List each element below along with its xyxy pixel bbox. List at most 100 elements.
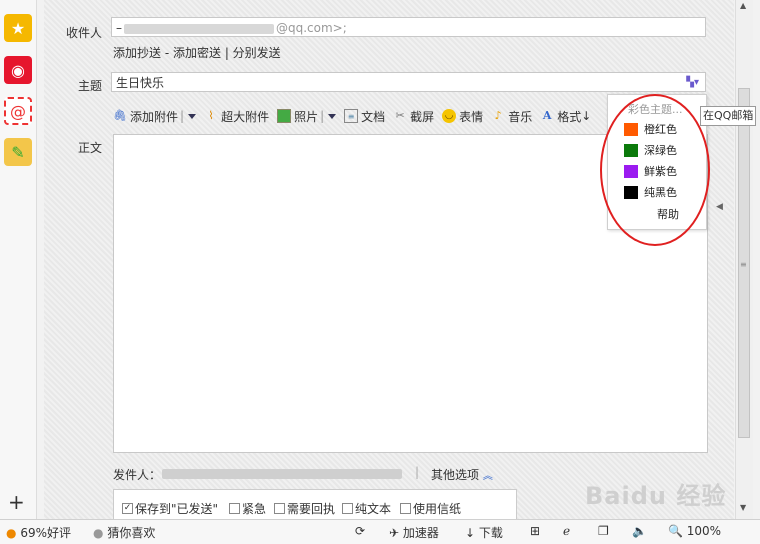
scroll-up-icon[interactable]: ▲ <box>740 1 746 10</box>
stationery-label: 使用信纸 <box>413 502 462 516</box>
weibo-icon[interactable]: ◉ <box>4 56 32 84</box>
add-cc-link[interactable]: 添加抄送 <box>113 46 161 60</box>
color-theme-popup: 彩色主题... 橙红色 深绿色 鲜紫色 纯黑色 帮助 <box>607 94 707 230</box>
checkbox[interactable] <box>229 503 240 514</box>
link-separator: - <box>161 46 173 60</box>
vertical-scrollbar[interactable]: ▲ ≡ ▼ <box>735 0 753 519</box>
subject-field[interactable]: 生日快乐 ▚▾ <box>111 72 706 92</box>
tooltip: 在QQ邮箱 <box>700 106 757 126</box>
collapse-left-icon[interactable]: ◀ <box>716 202 723 212</box>
body-label: 正文 <box>78 141 103 155</box>
accelerator-item[interactable]: ✈ 加速器 <box>389 524 439 541</box>
link-separator: | <box>221 46 233 60</box>
speaker-icon[interactable]: 🔈 <box>632 524 647 538</box>
photo-label: 照片 <box>294 109 319 124</box>
color-option-label: 纯黑色 <box>644 186 677 199</box>
ie-icon[interactable]: ℯ <box>563 524 570 538</box>
recipient-links: 添加抄送 - 添加密送 | 分别发送 <box>113 44 281 61</box>
format-button[interactable]: A 格式 ↓ <box>540 108 591 125</box>
left-sidebar: ★ ◉ @ ✎ + <box>0 0 37 519</box>
attach-button[interactable]: 🖇 添加附件 | <box>113 108 197 125</box>
checkbox[interactable] <box>342 503 353 514</box>
other-options-label: 其他选项 <box>431 468 480 482</box>
smiley-icon: ◡ <box>442 109 457 123</box>
recipient-field[interactable]: – @qq.com>; <box>111 17 706 37</box>
purple-swatch <box>624 164 638 178</box>
refresh-icon[interactable]: ⟳ <box>355 524 365 538</box>
color-theme-title[interactable]: 彩色主题... <box>628 101 683 117</box>
checkbox[interactable] <box>274 503 285 514</box>
color-theme-icon[interactable]: ▚▾ <box>686 73 699 93</box>
download-label: 下载 <box>478 526 503 540</box>
sender-label: 发件人： <box>113 468 162 482</box>
rating-item[interactable]: ● 69%好评 <box>6 524 71 541</box>
zoom-item[interactable]: 🔍 100% <box>668 524 721 538</box>
paperclip-icon: ⌇ <box>208 109 214 122</box>
star-icon[interactable]: ★ <box>4 14 32 42</box>
notepad-icon[interactable]: ✎ <box>4 138 32 166</box>
chevron-down-icon[interactable] <box>188 113 197 119</box>
other-options-toggle[interactable]: 其他选项 ︽ <box>431 466 493 483</box>
subject-label: 主题 <box>78 79 103 93</box>
color-option-label: 鲜紫色 <box>644 165 677 178</box>
receipt-option[interactable]: 需要回执 <box>274 500 335 517</box>
paperclip-icon: 🖇 <box>113 109 127 122</box>
color-option-label: 橙红色 <box>644 123 677 136</box>
status-bar: ● 69%好评 ● 猜你喜欢 ⟳ ✈ 加速器 ↓ 下载 ⊞ ℯ ❐ 🔈 🔍 10… <box>0 519 760 544</box>
save-sent-option[interactable]: ✓ 保存到"已发送" <box>122 500 218 517</box>
doc-label: 文档 <box>361 109 386 124</box>
guess-item[interactable]: ● 猜你喜欢 <box>93 524 155 541</box>
stationery-option[interactable]: 使用信纸 <box>400 500 461 517</box>
color-option-purple[interactable]: 鲜紫色 <box>624 163 677 179</box>
window-icon[interactable]: ❐ <box>598 524 609 538</box>
green-swatch <box>624 143 638 157</box>
zoom-label: 100% <box>686 524 722 538</box>
dot-icon: ● <box>93 525 104 540</box>
music-label: 音乐 <box>508 109 533 124</box>
compose-toolbar: 🖇 添加附件 | ⌇ 超大附件 照片 | ≡ 文档 ✂ 截屏 ◡ 表情 ♪ 音乐 A 格式 ↓ <box>113 106 599 126</box>
emoji-button[interactable]: ◡ 表情 <box>442 108 483 125</box>
magnifier-icon: 🔍 <box>668 524 683 538</box>
download-item[interactable]: ↓ 下载 <box>465 524 503 541</box>
big-attach-button[interactable]: ⌇ 超大附件 <box>204 108 269 125</box>
mail-at-icon[interactable]: @ <box>4 97 32 125</box>
recipient-prefix: – <box>116 21 122 35</box>
checkbox[interactable] <box>400 503 411 514</box>
scissors-icon: ✂ <box>395 109 405 122</box>
doc-button[interactable]: ≡ 文档 <box>344 108 385 125</box>
plain-text-option[interactable]: 纯文本 <box>342 500 391 517</box>
add-app-button[interactable]: + <box>8 492 25 512</box>
checkbox-checked-icon[interactable]: ✓ <box>122 503 133 514</box>
chevron-down-icon[interactable] <box>328 113 337 119</box>
black-swatch <box>624 185 638 199</box>
subject-value: 生日快乐 <box>116 76 165 90</box>
help-link[interactable]: 帮助 <box>657 206 679 222</box>
music-button[interactable]: ♪ 音乐 <box>491 108 533 125</box>
emoji-label: 表情 <box>459 109 484 124</box>
font-icon: A <box>542 109 552 122</box>
sender-blur <box>162 468 402 479</box>
grid-icon[interactable]: ⊞ <box>530 524 540 538</box>
accelerator-label: 加速器 <box>402 526 439 540</box>
orange-fruit-icon: ● <box>6 525 17 540</box>
sort-down-icon: ↓ <box>581 109 592 123</box>
color-option-orange[interactable]: 橙红色 <box>624 121 677 137</box>
urgent-option[interactable]: 紧急 <box>229 500 266 517</box>
screenshot-button[interactable]: ✂ 截屏 <box>393 108 435 125</box>
color-option-black[interactable]: 纯黑色 <box>624 184 677 200</box>
redacted-sender[interactable] <box>160 466 408 479</box>
orange-swatch <box>624 122 638 136</box>
photo-button[interactable]: 照片 | <box>277 108 337 125</box>
chevron-up-icon: ︽ <box>482 471 493 482</box>
send-separately-link[interactable]: 分别发送 <box>233 46 281 60</box>
download-icon: ↓ <box>465 525 476 540</box>
rating-label: 69%好评 <box>20 526 71 540</box>
grip-icon: ≡ <box>740 260 747 269</box>
save-sent-label: 保存到"已发送" <box>135 502 219 516</box>
color-option-label: 深绿色 <box>644 144 677 157</box>
add-bcc-link[interactable]: 添加密送 <box>173 46 221 60</box>
color-option-green[interactable]: 深绿色 <box>624 142 677 158</box>
attach-label: 添加附件 <box>130 109 179 124</box>
scroll-down-icon[interactable]: ▼ <box>740 503 746 512</box>
big-attach-label: 超大附件 <box>221 109 270 124</box>
